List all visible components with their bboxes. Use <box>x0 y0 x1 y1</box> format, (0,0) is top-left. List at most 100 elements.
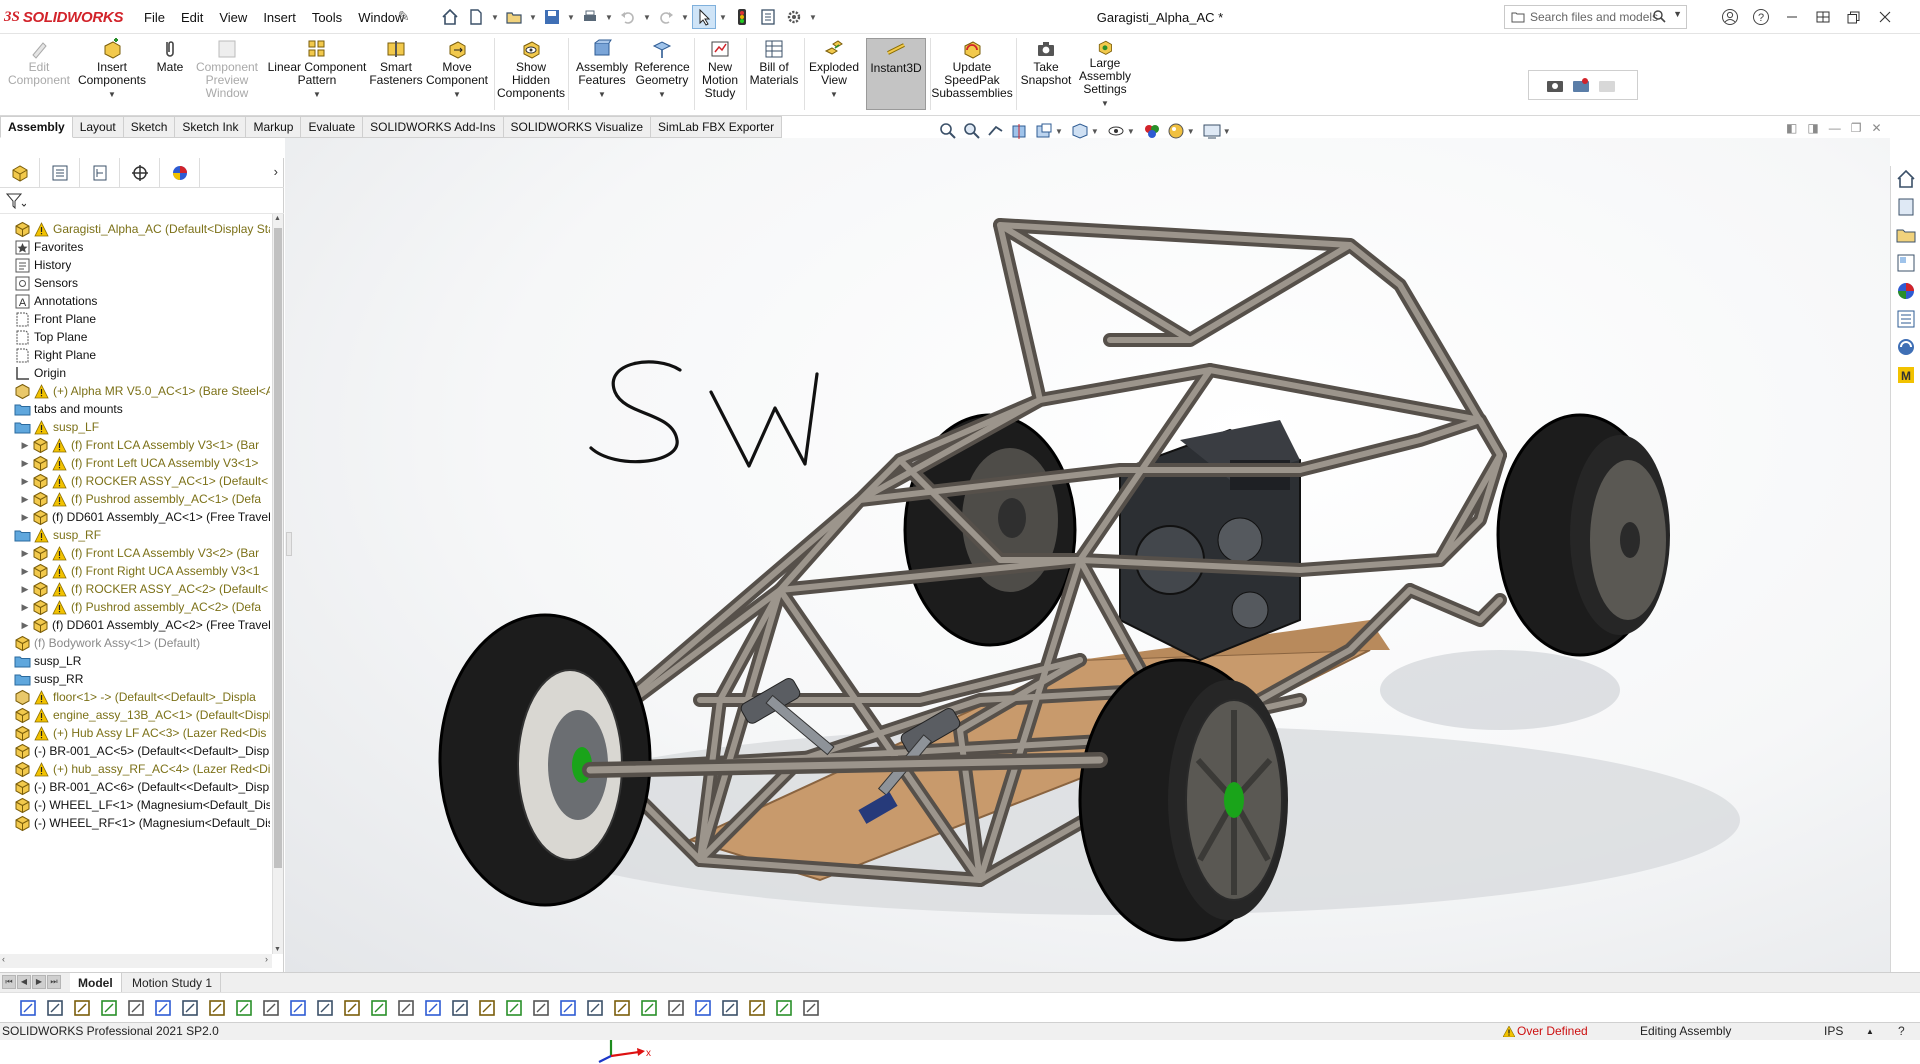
rebuild-traffic-light-icon[interactable] <box>730 5 754 29</box>
expand-arrow-icon[interactable]: ▶ <box>18 440 32 451</box>
search-icon[interactable] <box>1652 9 1666 23</box>
split-left-icon[interactable]: ◧ <box>1786 121 1797 135</box>
display-style-dropdown-icon[interactable]: ▼ <box>1091 127 1099 136</box>
over-defined-status[interactable]: Over Defined <box>1503 1023 1588 1040</box>
mate-button[interactable]: Mate <box>150 38 190 110</box>
exploded-view-button[interactable]: Exploded View ▼ <box>806 38 862 110</box>
view-orientation-icon[interactable] <box>1070 121 1090 141</box>
expand-arrow-icon[interactable]: ▶ <box>18 620 32 631</box>
hole-callout-icon[interactable] <box>610 996 634 1020</box>
open-folder-icon[interactable] <box>502 5 526 29</box>
large-assembly-dropdown-icon[interactable]: ▼ <box>1101 97 1109 110</box>
hide-show-items-icon[interactable] <box>1106 121 1126 141</box>
view-palette-icon[interactable] <box>1895 252 1917 274</box>
vertex-icon[interactable] <box>286 996 310 1020</box>
expand-arrow-icon[interactable]: ▶ <box>18 566 32 577</box>
viewport-minimize-icon[interactable]: — <box>1829 121 1841 135</box>
center-mark-icon[interactable] <box>637 996 661 1020</box>
tab-model[interactable]: Model <box>70 973 122 993</box>
split-right-icon[interactable]: ◨ <box>1807 121 1818 135</box>
tree-vertical-scrollbar[interactable]: ▲ ▼ <box>272 214 283 954</box>
new-motion-study-button[interactable]: New Motion Study <box>696 38 744 110</box>
tile-windows-icon[interactable] <box>1807 5 1838 29</box>
show-hidden-components-button[interactable]: Show Hidden Components <box>497 38 565 110</box>
unit-system[interactable]: IPS <box>1824 1023 1843 1040</box>
unit-system-dropdown-icon[interactable]: ▲ <box>1866 1023 1874 1040</box>
insert-components-dropdown-icon[interactable]: ▼ <box>108 88 116 101</box>
instant3d-button[interactable]: Instant3D <box>866 38 926 110</box>
previous-view-icon[interactable] <box>986 121 1006 141</box>
weld-icon[interactable] <box>556 996 580 1020</box>
assembly-features-button[interactable]: Assembly Features ▼ <box>572 38 632 110</box>
select-cursor-icon[interactable] <box>692 5 716 29</box>
display-manager-tab-icon[interactable] <box>160 157 200 188</box>
solidworks-forum-icon[interactable] <box>1895 336 1917 358</box>
panel-expand-arrow-icon[interactable]: › <box>274 164 278 179</box>
select-dropdown-icon[interactable]: ▼ <box>718 5 728 29</box>
view-settings-dropdown-icon[interactable]: ▼ <box>1223 127 1231 136</box>
panel-splitter-handle[interactable] <box>286 532 292 556</box>
move-component-dropdown-icon[interactable]: ▼ <box>453 88 461 101</box>
filter-icon[interactable] <box>6 193 26 209</box>
datum-icon[interactable] <box>529 996 553 1020</box>
configuration-manager-tab-icon[interactable] <box>80 157 120 188</box>
scene-dropdown-icon[interactable]: ▼ <box>1187 127 1195 136</box>
face-icon[interactable] <box>205 996 229 1020</box>
dynamic-annotation-icon[interactable] <box>1034 121 1054 141</box>
file-properties-icon[interactable] <box>756 5 780 29</box>
view-settings-icon[interactable] <box>1202 121 1222 141</box>
scroll-down-icon[interactable]: ▼ <box>274 946 281 953</box>
expand-arrow-icon[interactable]: ▶ <box>18 548 32 559</box>
geometric-tolerance-icon[interactable] <box>502 996 526 1020</box>
tab-solidworks-addins[interactable]: SOLIDWORKS Add-Ins <box>363 116 504 138</box>
tag-icon[interactable] <box>772 996 796 1020</box>
file-explorer-icon[interactable] <box>1895 224 1917 246</box>
appearances-scenes-icon[interactable] <box>1895 280 1917 302</box>
viewport-restore-icon[interactable]: ❐ <box>1851 121 1862 135</box>
surface-finish-icon[interactable] <box>475 996 499 1020</box>
close-icon[interactable] <box>1869 5 1900 29</box>
tree-horizontal-scrollbar[interactable]: ‹ › <box>0 954 272 968</box>
zoom-to-area-icon[interactable] <box>962 121 982 141</box>
snapshot-camera-icon[interactable] <box>1545 76 1565 94</box>
dimension-icon[interactable] <box>421 996 445 1020</box>
search-dropdown-icon[interactable]: ▼ <box>1673 9 1682 19</box>
balloon-icon[interactable] <box>583 996 607 1020</box>
tree-item[interactable]: (-) WHEEL_RF<1> (Magnesium<Default_Dis <box>0 812 270 834</box>
mysolidworks-icon[interactable]: M <box>1895 364 1917 386</box>
options-gear-icon[interactable] <box>782 5 806 29</box>
tab-motion-study-1[interactable]: Motion Study 1 <box>124 973 222 993</box>
options-dropdown-icon[interactable]: ▼ <box>808 5 818 29</box>
tree-scroll-thumb[interactable] <box>274 228 282 868</box>
open-dropdown-icon[interactable]: ▼ <box>528 5 538 29</box>
edge-icon[interactable] <box>259 996 283 1020</box>
component-preview-window-button[interactable]: Component Preview Window <box>192 38 262 110</box>
restore-icon[interactable] <box>1838 5 1869 29</box>
design-library-icon[interactable] <box>1895 196 1917 218</box>
edit-component-button[interactable]: Edit Component <box>6 38 72 110</box>
view-orientation-dropdown-icon[interactable]: ▼ <box>1055 127 1063 136</box>
origin-filter-icon[interactable] <box>394 996 418 1020</box>
undo-dropdown-icon[interactable]: ▼ <box>642 5 652 29</box>
undo-icon[interactable] <box>616 5 640 29</box>
search-box[interactable]: Search files and models ▼ <box>1504 5 1687 29</box>
reference-geometry-button[interactable]: Reference Geometry ▼ <box>632 38 692 110</box>
tab-sketch-ink[interactable]: Sketch Ink <box>175 116 247 138</box>
minimize-icon[interactable] <box>1776 5 1807 29</box>
print-dropdown-icon[interactable]: ▼ <box>604 5 614 29</box>
graphics-area[interactable]: SW x <box>285 138 1890 1063</box>
last-tab-icon[interactable]: ⏭ <box>47 975 61 989</box>
expand-arrow-icon[interactable]: ▶ <box>18 602 32 613</box>
menu-view[interactable]: View <box>211 10 255 25</box>
property-manager-tab-icon[interactable] <box>40 157 80 188</box>
linear-pattern-dropdown-icon[interactable]: ▼ <box>313 88 321 101</box>
previous-tab-icon[interactable]: ◀ <box>17 975 31 989</box>
expand-arrow-icon[interactable]: ▶ <box>18 512 32 523</box>
feature-manager-tab-icon[interactable] <box>0 157 40 188</box>
zoom-to-fit-icon[interactable] <box>938 121 958 141</box>
rectangle-icon[interactable] <box>178 996 202 1020</box>
pin-menu-icon[interactable]: ✎ <box>398 8 410 25</box>
expand-arrow-icon[interactable]: ▶ <box>18 458 32 469</box>
viewport-close-icon[interactable]: ✕ <box>1871 121 1881 135</box>
select-filter-icon[interactable] <box>16 996 40 1020</box>
